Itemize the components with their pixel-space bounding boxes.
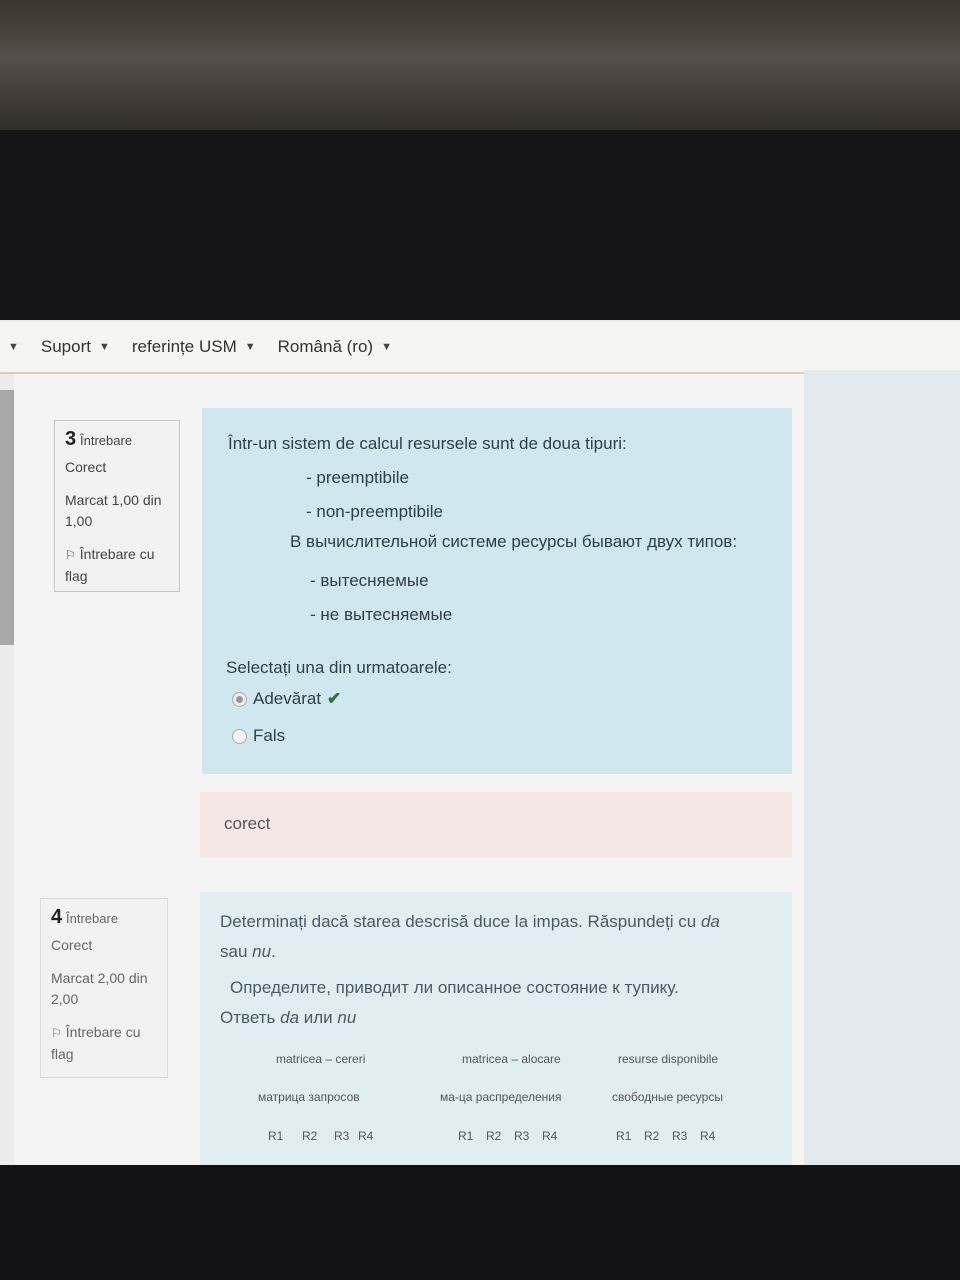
chevron-down-icon: ▼: [381, 341, 392, 353]
table-col: R4: [700, 1129, 716, 1143]
nav-suport[interactable]: Suport ▼: [41, 337, 110, 357]
table-header: matricea – alocare: [462, 1052, 561, 1066]
flag-label: Întrebare cu flag: [51, 1024, 141, 1062]
question-4-body: Determinați dacă starea descrisă duce la…: [200, 892, 792, 1165]
answer-option-true[interactable]: Adevărat ✔: [232, 689, 341, 709]
check-icon: ✔: [327, 689, 342, 708]
text-fragment: da: [280, 1008, 300, 1027]
table-header: матрица запросов: [258, 1090, 360, 1104]
text-fragment: или: [299, 1008, 338, 1027]
question-state: Corect: [51, 937, 93, 953]
text-fragment: nu: [252, 942, 272, 961]
chevron-down-icon[interactable]: ▼: [8, 341, 19, 353]
text-fragment: da: [700, 912, 720, 931]
question-3-info: 3 Întrebare Corect Marcat 1,00 din 1,00 …: [54, 420, 180, 592]
monitor-bezel: [0, 130, 960, 320]
text-fragment: Ответь: [220, 1008, 281, 1027]
flag-label: Întrebare cu flag: [65, 546, 155, 584]
question-text-ru-2: Ответь da или nu: [220, 1008, 356, 1028]
question-text: - не вытесняемые: [310, 605, 453, 624]
table-header: matricea – cereri: [276, 1052, 366, 1066]
flag-icon: ⚐: [51, 1026, 62, 1040]
text-fragment: nu: [337, 1008, 357, 1027]
question-number: 3: [65, 428, 77, 450]
table-col: R3: [514, 1129, 530, 1143]
question-label: Întrebare: [80, 433, 133, 448]
flag-question-link[interactable]: ⚐ Întrebare cu flag: [51, 1022, 157, 1065]
text-fragment: .: [271, 942, 276, 961]
table-header: resurse disponibile: [618, 1052, 719, 1066]
radio-true[interactable]: [232, 692, 247, 708]
feedback-box: corect: [200, 792, 792, 858]
table-header: свободные ресурсы: [612, 1090, 723, 1104]
question-text: - non-preemptibile: [306, 502, 444, 521]
table-col: R2: [644, 1129, 660, 1143]
nav-referinte-label: referințe USM: [131, 337, 237, 356]
question-text-ru: Определите, приводит ли описанное состоя…: [230, 978, 679, 997]
top-navbar: ▼ Suport ▼ referințe USM ▼ Română (ro) ▼: [0, 322, 960, 374]
right-panel: [804, 370, 960, 1165]
answer-prompt: Selectați una din urmatoarele:: [226, 658, 452, 677]
question-text: - вытесняемые: [310, 571, 429, 590]
text-fragment: Determinați dacă starea descrisă duce la…: [220, 912, 701, 931]
radio-false[interactable]: [232, 729, 247, 745]
question-text: - preemptibile: [306, 468, 409, 487]
question-grade: Marcat 1,00 din 1,00: [65, 492, 162, 529]
question-3-body: Într-un sistem de calcul resursele sunt …: [202, 408, 792, 774]
table-header: ма-ца распределения: [440, 1090, 562, 1104]
feedback-text: corect: [224, 814, 271, 833]
table-col: R3: [334, 1129, 350, 1143]
nav-suport-label: Suport: [40, 337, 91, 356]
question-grade: Marcat 2,00 din 2,00: [51, 970, 148, 1007]
question-text: Într-un sistem de calcul resursele sunt …: [228, 434, 627, 453]
nav-language[interactable]: Română (ro) ▼: [278, 337, 392, 357]
flag-question-link[interactable]: ⚐ Întrebare cu flag: [65, 544, 169, 587]
table-col: R1: [268, 1129, 284, 1143]
question-text: В вычислительной системе ресурсы бывают …: [290, 532, 738, 551]
question-4-info: 4 Întrebare Corect Marcat 2,00 din 2,00 …: [40, 898, 168, 1078]
question-label: Întrebare: [66, 911, 119, 926]
monitor-bezel-bottom: [0, 1165, 960, 1280]
table-col: R2: [486, 1129, 502, 1143]
nav-referinte[interactable]: referințe USM ▼: [132, 337, 256, 357]
nav-language-label: Română (ro): [277, 337, 374, 356]
table-col: R2: [302, 1129, 318, 1143]
answer-option-false[interactable]: Fals: [232, 726, 285, 746]
scrollbar[interactable]: [0, 390, 14, 645]
text-fragment: sau: [220, 942, 253, 961]
option-label: Adevărat: [253, 689, 322, 708]
chevron-down-icon: ▼: [244, 341, 256, 353]
option-label: Fals: [253, 726, 286, 745]
question-state: Corect: [65, 459, 107, 475]
question-number: 4: [51, 906, 63, 928]
question-text-ro: Determinați dacă starea descrisă duce la…: [220, 912, 720, 932]
table-col: R1: [458, 1129, 474, 1143]
table-col: R4: [358, 1129, 374, 1143]
background-wall: [0, 0, 960, 145]
table-col: R4: [542, 1129, 558, 1143]
flag-icon: ⚐: [65, 548, 76, 562]
table-col: R1: [616, 1129, 632, 1143]
question-text-ro-2: sau nu.: [220, 942, 276, 962]
chevron-down-icon: ▼: [98, 341, 110, 353]
table-col: R3: [672, 1129, 688, 1143]
